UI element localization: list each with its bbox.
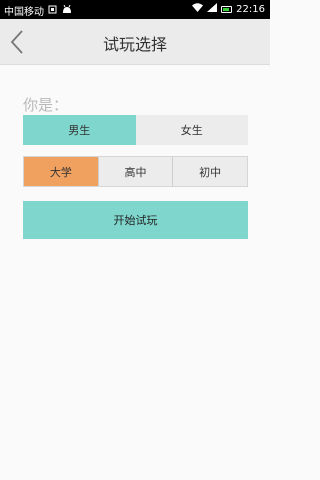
signal-icon [207, 3, 218, 15]
grade-option-university[interactable]: 大学 [24, 157, 98, 186]
carrier-name: 中国移动 [4, 7, 44, 18]
battery-icon [221, 5, 233, 13]
grade-selector: 大学 高中 初中 [23, 156, 248, 187]
page-title: 试玩选择 [102, 35, 167, 54]
app-header: 试玩选择 [0, 19, 270, 65]
grade-option-middle-school[interactable]: 初中 [172, 157, 248, 186]
status-time: 22:16 [236, 3, 265, 15]
gender-selector: 男生 女生 [23, 115, 248, 145]
status-right: 22:16 [192, 3, 265, 15]
who-label: 你是： [23, 96, 69, 114]
android-icon [61, 4, 73, 17]
grade-option-high-school[interactable]: 高中 [97, 157, 173, 186]
wifi-icon [192, 3, 204, 15]
status-left: 中国移动 [4, 3, 73, 18]
gender-option-male[interactable]: 男生 [23, 115, 136, 145]
gender-option-female[interactable]: 女生 [135, 115, 248, 145]
sim-icon [48, 5, 57, 17]
status-bar: 中国移动 22:16 [0, 0, 270, 19]
start-trial-button[interactable]: 开始试玩 [23, 201, 248, 239]
